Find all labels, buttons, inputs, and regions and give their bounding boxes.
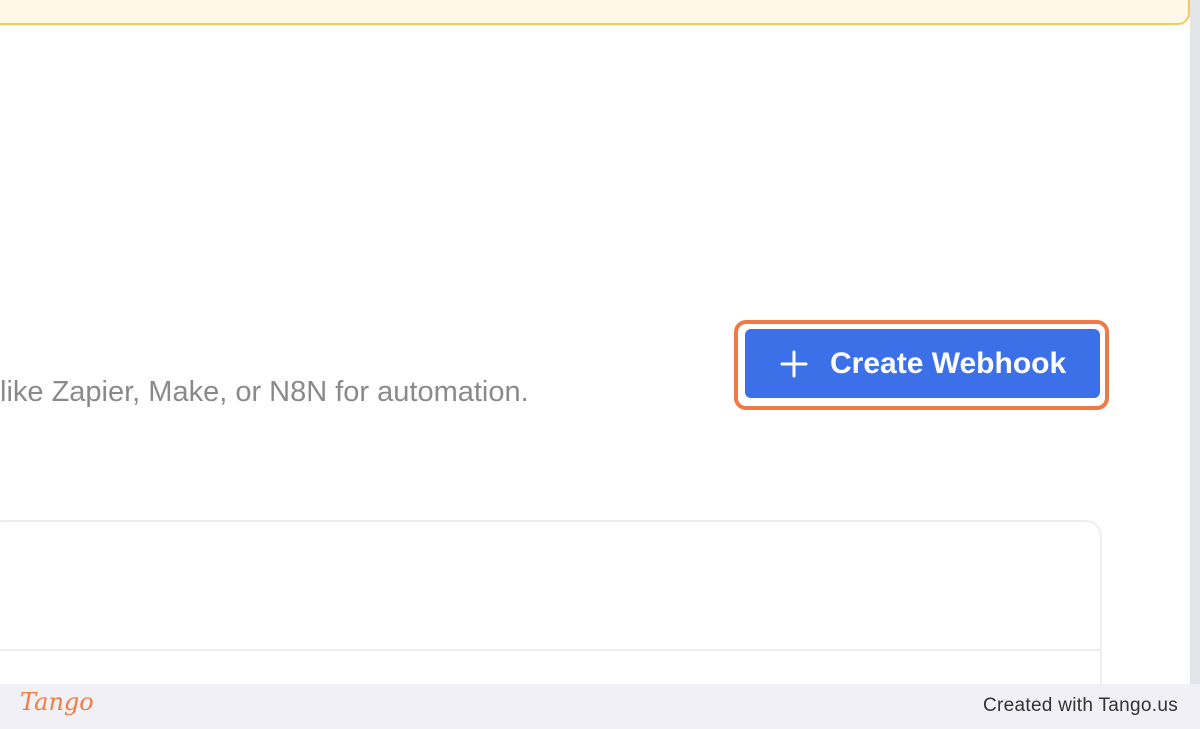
notice-banner xyxy=(0,0,1190,25)
app-screen: like Zapier, Make, or N8N for automation… xyxy=(0,0,1200,729)
scrollbar-track[interactable] xyxy=(1190,0,1200,684)
page-description: like Zapier, Make, or N8N for automation… xyxy=(0,376,529,408)
create-webhook-button[interactable]: Create Webhook xyxy=(745,329,1100,398)
card-divider xyxy=(0,649,1100,651)
create-webhook-label: Create Webhook xyxy=(830,346,1067,380)
tango-logo: Tango xyxy=(20,688,94,716)
plus-icon xyxy=(780,350,808,377)
footer-credit: Created with Tango.us xyxy=(982,695,1178,716)
tango-footer: Tango Created with Tango.us xyxy=(0,684,1200,729)
